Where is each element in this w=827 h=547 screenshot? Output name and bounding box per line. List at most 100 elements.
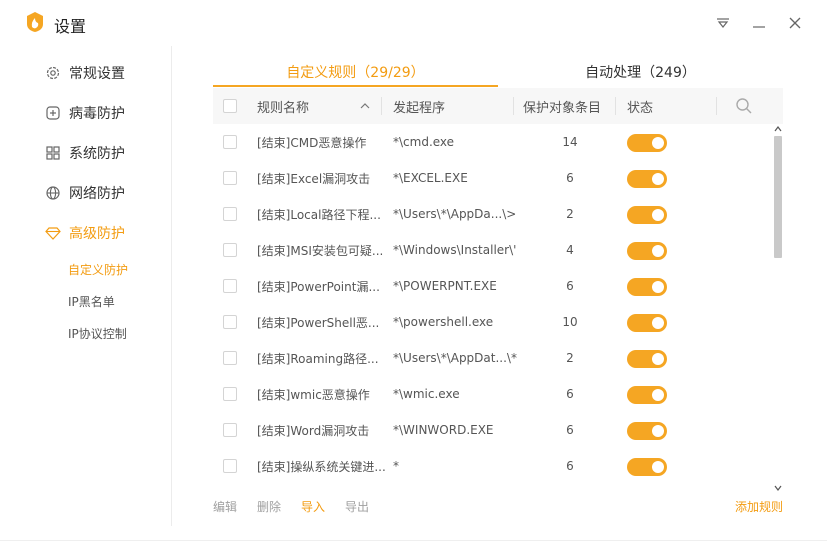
sidebar-item-label: 系统防护 bbox=[69, 146, 125, 162]
rule-count: 6 bbox=[566, 387, 574, 401]
rule-program: * bbox=[393, 459, 399, 473]
table-row: [结束]PowerPoint漏... *\POWERPNT.EXE 6 bbox=[213, 268, 771, 304]
table-row: [结束]MSI安装包可疑... *\Windows\Installer\' 4 bbox=[213, 232, 771, 268]
rule-program: *\powershell.exe bbox=[393, 315, 494, 329]
sidebar-item-label: 网络防护 bbox=[69, 186, 125, 202]
rule-status-toggle[interactable] bbox=[627, 422, 667, 440]
table-row: [结束]Excel漏洞攻击 *\EXCEL.EXE 6 bbox=[213, 160, 771, 196]
sidebar-item-label: 常规设置 bbox=[69, 66, 125, 82]
window-bottom-divider bbox=[0, 540, 827, 541]
rule-count: 14 bbox=[562, 135, 578, 149]
rule-name: [结束]Excel漏洞攻击 bbox=[257, 171, 371, 186]
rule-count: 4 bbox=[566, 243, 574, 257]
sidebar-item-network[interactable]: 网络防护 bbox=[45, 182, 125, 204]
edit-button[interactable]: 编辑 bbox=[213, 498, 237, 515]
table-scrollbar[interactable] bbox=[773, 124, 783, 494]
header-program: 发起程序 bbox=[393, 100, 446, 116]
close-icon bbox=[789, 17, 801, 29]
tab-auto-process[interactable]: 自动处理（249） bbox=[498, 56, 783, 88]
menu-dropdown-button[interactable] bbox=[710, 10, 736, 36]
gear-icon bbox=[45, 65, 61, 81]
row-checkbox[interactable] bbox=[223, 351, 237, 365]
table-row: [结束]wmic恶意操作 *\wmic.exe 6 bbox=[213, 376, 771, 412]
dropdown-icon bbox=[717, 18, 729, 28]
column-divider bbox=[716, 97, 717, 115]
rule-count: 6 bbox=[566, 423, 574, 437]
grid-icon bbox=[45, 145, 61, 161]
active-tab-indicator bbox=[213, 85, 498, 87]
rule-count: 2 bbox=[566, 207, 574, 221]
rule-status-toggle[interactable] bbox=[627, 242, 667, 260]
rule-status-toggle[interactable] bbox=[627, 134, 667, 152]
column-divider bbox=[381, 97, 382, 115]
row-checkbox[interactable] bbox=[223, 459, 237, 473]
rule-name: [结束]Local路径下程... bbox=[257, 207, 381, 222]
rule-program: *\Users\*\AppDa...\> bbox=[393, 207, 517, 221]
rule-status-toggle[interactable] bbox=[627, 458, 667, 476]
rule-name: [结束]PowerPoint漏... bbox=[257, 279, 380, 294]
sidebar-item-advanced[interactable]: 高级防护 bbox=[45, 222, 125, 244]
sidebar-item-general[interactable]: 常规设置 bbox=[45, 62, 125, 84]
window-title: 设置 bbox=[54, 17, 87, 36]
plus-box-icon bbox=[45, 105, 61, 121]
rule-status-toggle[interactable] bbox=[627, 350, 667, 368]
sidebar: 常规设置 病毒防护 系统防护 网络防护 高级防护 自定义防护 IP黑名单 IP协… bbox=[0, 46, 172, 526]
minimize-button[interactable] bbox=[746, 10, 772, 36]
rule-program: *\Users\*\AppDat...\* bbox=[393, 351, 517, 365]
rule-name: [结束]Roaming路径... bbox=[257, 351, 379, 366]
row-checkbox[interactable] bbox=[223, 387, 237, 401]
rule-count: 2 bbox=[566, 351, 574, 365]
select-all-checkbox[interactable] bbox=[223, 99, 237, 113]
rule-status-toggle[interactable] bbox=[627, 386, 667, 404]
sidebar-item-system[interactable]: 系统防护 bbox=[45, 142, 125, 164]
add-rule-button[interactable]: 添加规则 bbox=[735, 498, 783, 515]
tab-bar: 自定义规则（29/29） 自动处理（249） bbox=[213, 56, 783, 88]
row-checkbox[interactable] bbox=[223, 423, 237, 437]
rule-status-toggle[interactable] bbox=[627, 314, 667, 332]
table-row: [结束]操纵系统关键进... * 6 bbox=[213, 448, 771, 484]
rule-count: 6 bbox=[566, 459, 574, 473]
import-button[interactable]: 导入 bbox=[301, 498, 325, 515]
table-row: [结束]CMD恶意操作 *\cmd.exe 14 bbox=[213, 124, 771, 160]
row-checkbox[interactable] bbox=[223, 279, 237, 293]
rule-program: *\POWERPNT.EXE bbox=[393, 279, 497, 293]
minimize-icon bbox=[753, 26, 765, 28]
row-checkbox[interactable] bbox=[223, 207, 237, 221]
sidebar-subitem-custom[interactable]: 自定义防护 bbox=[68, 261, 128, 278]
sidebar-subitem-ip-blacklist[interactable]: IP黑名单 bbox=[68, 293, 115, 310]
globe-icon bbox=[45, 185, 61, 201]
app-logo-icon bbox=[24, 11, 46, 33]
scrollbar-thumb[interactable] bbox=[774, 136, 782, 258]
scroll-down-icon[interactable] bbox=[773, 484, 783, 492]
search-button[interactable] bbox=[735, 88, 753, 124]
rule-name: [结束]CMD恶意操作 bbox=[257, 135, 367, 150]
sidebar-item-label: 病毒防护 bbox=[69, 106, 125, 122]
export-button[interactable]: 导出 bbox=[345, 498, 369, 515]
rule-count: 10 bbox=[562, 315, 578, 329]
row-checkbox[interactable] bbox=[223, 243, 237, 257]
rule-program: *\wmic.exe bbox=[393, 387, 460, 401]
table-row: [结束]Roaming路径... *\Users\*\AppDat...\* 2 bbox=[213, 340, 771, 376]
sort-asc-icon[interactable] bbox=[359, 88, 371, 124]
column-divider bbox=[513, 97, 514, 115]
select-all-checkbox-cell[interactable] bbox=[223, 88, 237, 124]
sidebar-subitem-ip-protocol[interactable]: IP协议控制 bbox=[68, 325, 127, 342]
row-checkbox[interactable] bbox=[223, 171, 237, 185]
tab-custom-rules[interactable]: 自定义规则（29/29） bbox=[213, 56, 498, 88]
delete-button[interactable]: 删除 bbox=[257, 498, 281, 515]
row-checkbox[interactable] bbox=[223, 315, 237, 329]
rule-status-toggle[interactable] bbox=[627, 206, 667, 224]
rule-name: [结束]Word漏洞攻击 bbox=[257, 423, 370, 438]
close-button[interactable] bbox=[782, 10, 808, 36]
scroll-up-icon[interactable] bbox=[773, 125, 783, 133]
sidebar-item-virus[interactable]: 病毒防护 bbox=[45, 102, 125, 124]
rule-name: [结束]MSI安装包可疑... bbox=[257, 243, 384, 258]
rule-status-toggle[interactable] bbox=[627, 278, 667, 296]
table-row: [结束]Local路径下程... *\Users\*\AppDa...\> 2 bbox=[213, 196, 771, 232]
header-status: 状态 bbox=[627, 100, 654, 116]
rule-status-toggle[interactable] bbox=[627, 170, 667, 188]
search-icon bbox=[736, 98, 752, 114]
rule-program: *\Windows\Installer\' bbox=[393, 243, 517, 257]
row-checkbox[interactable] bbox=[223, 135, 237, 149]
table-header: 规则名称 发起程序 保护对象条目 状态 bbox=[213, 88, 783, 124]
